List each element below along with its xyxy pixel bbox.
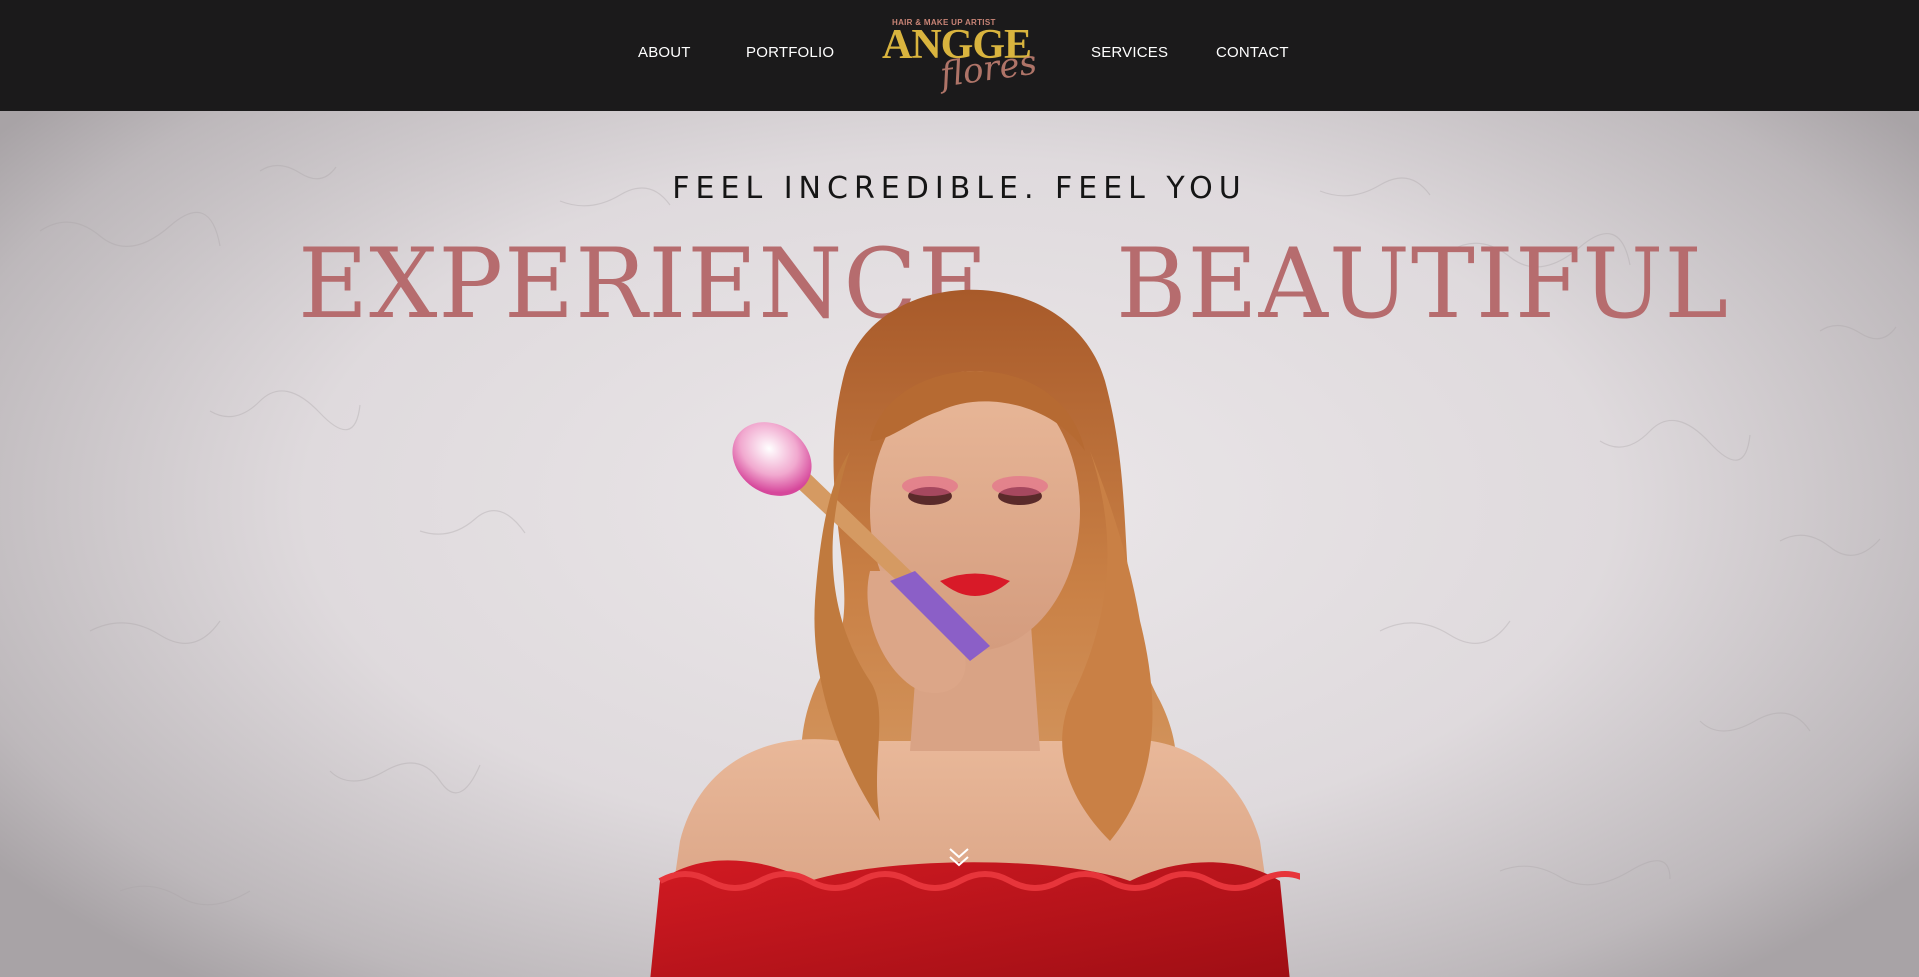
site-logo[interactable]: HAIR & MAKE UP ARTIST ANGGE flores bbox=[880, 14, 1039, 96]
top-navigation: ABOUT PORTFOLIO HAIR & MAKE UP ARTIST AN… bbox=[0, 0, 1919, 111]
hero-section: FEEL INCREDIBLE. FEEL YOU EXPERIENCE BEA… bbox=[0, 111, 1919, 977]
nav-contact-link[interactable]: CONTACT bbox=[1216, 44, 1289, 61]
nav-portfolio-link[interactable]: PORTFOLIO bbox=[746, 44, 834, 61]
nav-services-link[interactable]: SERVICES bbox=[1091, 44, 1168, 61]
chevron-double-down-icon[interactable] bbox=[945, 843, 973, 871]
model-portrait bbox=[650, 289, 1300, 977]
hero-tagline: FEEL INCREDIBLE. FEEL YOU bbox=[672, 171, 1247, 206]
nav-about-link[interactable]: ABOUT bbox=[638, 44, 691, 61]
